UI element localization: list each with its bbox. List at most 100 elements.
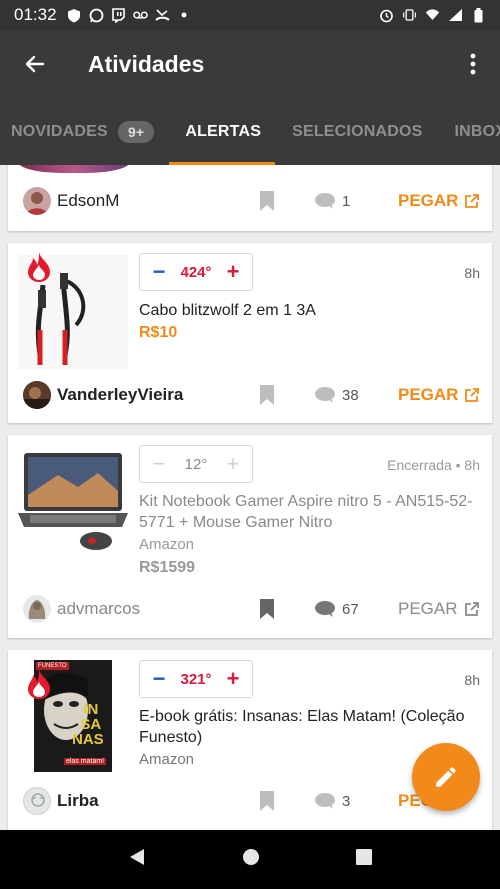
nav-recents-button[interactable]	[355, 848, 373, 871]
pegar-button[interactable]: PEGAR	[398, 599, 480, 619]
vote-hot-button[interactable]: +	[224, 453, 242, 475]
deal-price: R$1599	[139, 559, 196, 576]
comments-button[interactable]: 3	[314, 792, 350, 810]
bookmark-icon[interactable]	[258, 190, 276, 212]
deal-title[interactable]: Kit Notebook Gamer Aspire nitro 5 - AN51…	[139, 491, 484, 533]
compose-fab-button[interactable]	[412, 743, 480, 811]
book-cover-title-line: NAS	[72, 731, 104, 748]
status-time: 01:32	[14, 5, 57, 24]
circle-home-icon	[243, 849, 259, 865]
app-bar: Atividades	[0, 30, 500, 98]
comment-icon	[315, 601, 335, 617]
deal-time: 8h	[464, 265, 480, 281]
temperature-stepper: − 12° +	[139, 445, 253, 483]
hot-fire-icon	[28, 252, 50, 282]
deal-time: 8h	[464, 672, 480, 688]
avatar[interactable]	[23, 595, 51, 623]
deal-card[interactable]: − 424° + 8h Cabo blitzwolf 2 em 1 3A R$1…	[8, 243, 492, 423]
back-button[interactable]	[0, 30, 70, 98]
deal-title[interactable]: E-book grátis: Insanas: Elas Matam! (Col…	[139, 706, 479, 748]
alarm-icon	[379, 8, 394, 23]
battery-icon	[471, 7, 486, 23]
pegar-button[interactable]: PEGAR	[398, 191, 480, 211]
vote-cold-button[interactable]: −	[150, 261, 168, 283]
deal-image[interactable]	[18, 252, 128, 370]
book-cover-title: IN SA NAS	[72, 701, 104, 747]
bookmark-icon[interactable]	[258, 384, 276, 406]
deal-merchant: Amazon	[139, 751, 195, 768]
bookmark-icon[interactable]	[258, 598, 276, 620]
comments-button[interactable]: 67	[314, 600, 359, 618]
whatsapp-icon	[89, 8, 104, 23]
card-footer: VanderleyVieira 38 PEGAR	[8, 375, 492, 415]
book-cover-title-line: IN	[83, 701, 99, 718]
deal-title[interactable]: Cabo blitzwolf 2 em 1 3A	[139, 300, 484, 321]
comments-button[interactable]: 1	[314, 192, 350, 210]
tab-inbox[interactable]: INBOX	[455, 98, 500, 165]
username[interactable]: EdsonM	[57, 191, 119, 211]
temperature-value: 12°	[184, 455, 208, 473]
tab-alertas[interactable]: ALERTAS	[169, 98, 275, 165]
pegar-label: PEGAR	[398, 385, 459, 404]
deal-price: R$10	[139, 324, 178, 341]
book-cover-subtitle: elas matam!	[64, 758, 107, 765]
page-title: Atividades	[88, 50, 205, 77]
comment-count: 38	[342, 386, 359, 404]
tab-bar: NOVIDADES 9+ ALERTAS SELECIONADOS INBOX	[0, 98, 500, 165]
shield-icon	[67, 8, 82, 23]
username[interactable]: VanderleyVieira	[57, 385, 183, 405]
username[interactable]: Lirba	[57, 791, 99, 811]
deal-card[interactable]: EdsonM 1 PEGAR	[8, 165, 492, 231]
tab-label: ALERTAS	[185, 122, 262, 140]
vote-cold-button[interactable]: −	[150, 668, 168, 690]
temperature-stepper: − 424° +	[139, 253, 253, 291]
comment-count: 1	[342, 192, 351, 210]
pegar-label: PEGAR	[398, 191, 459, 210]
tab-label: SELECIONADOS	[292, 122, 423, 140]
avatar[interactable]	[23, 187, 51, 215]
missed-call-icon	[154, 8, 170, 23]
external-link-icon	[465, 388, 480, 402]
nav-home-button[interactable]	[241, 847, 261, 872]
external-link-icon	[465, 194, 480, 208]
avatar[interactable]	[23, 381, 51, 409]
comment-icon	[315, 387, 335, 403]
comment-icon	[315, 793, 335, 809]
deal-image[interactable]	[18, 445, 128, 560]
twitch-icon	[111, 7, 126, 23]
comment-count: 67	[342, 600, 359, 618]
status-bar: 01:32	[0, 0, 500, 30]
dot-icon	[177, 8, 192, 23]
pegar-button[interactable]: PEGAR	[398, 385, 480, 405]
vote-cold-button[interactable]: −	[150, 453, 168, 475]
comments-button[interactable]: 38	[314, 386, 359, 404]
avatar[interactable]	[23, 787, 51, 815]
signal-icon	[448, 8, 463, 23]
voicemail-icon	[132, 8, 148, 23]
tab-novidades[interactable]: NOVIDADES 9+	[11, 98, 155, 165]
comment-icon	[315, 193, 335, 209]
system-nav-bar	[0, 830, 500, 889]
hot-fire-icon	[28, 669, 50, 699]
vote-hot-button[interactable]: +	[224, 668, 242, 690]
tab-selecionados[interactable]: SELECIONADOS	[292, 98, 422, 165]
wifi-icon	[425, 8, 440, 23]
more-options-button[interactable]	[446, 30, 500, 98]
temperature-stepper: − 321° +	[139, 660, 253, 698]
vibrate-icon	[402, 8, 417, 23]
deal-card[interactable]: FUNESTO IN SA NAS elas matam! − 321° + 8…	[8, 650, 492, 830]
nav-back-button[interactable]	[127, 847, 147, 872]
vote-hot-button[interactable]: +	[224, 261, 242, 283]
bookmark-icon[interactable]	[258, 790, 276, 812]
triangle-back-icon	[130, 849, 144, 865]
deal-merchant: Amazon	[139, 536, 195, 553]
deal-time: Encerrada • 8h	[387, 457, 480, 473]
deal-image	[18, 165, 130, 173]
deal-card[interactable]: − 12° + Encerrada • 8h Kit Notebook Game…	[8, 435, 492, 638]
more-vertical-icon	[470, 53, 476, 75]
tab-badge: 9+	[117, 120, 155, 143]
username[interactable]: advmarcos	[57, 599, 140, 619]
temperature-value: 321°	[180, 670, 212, 688]
alerts-list[interactable]: EdsonM 1 PEGAR − 424° + 8h Cabo blitzwol…	[0, 165, 500, 830]
external-link-icon	[464, 602, 479, 616]
